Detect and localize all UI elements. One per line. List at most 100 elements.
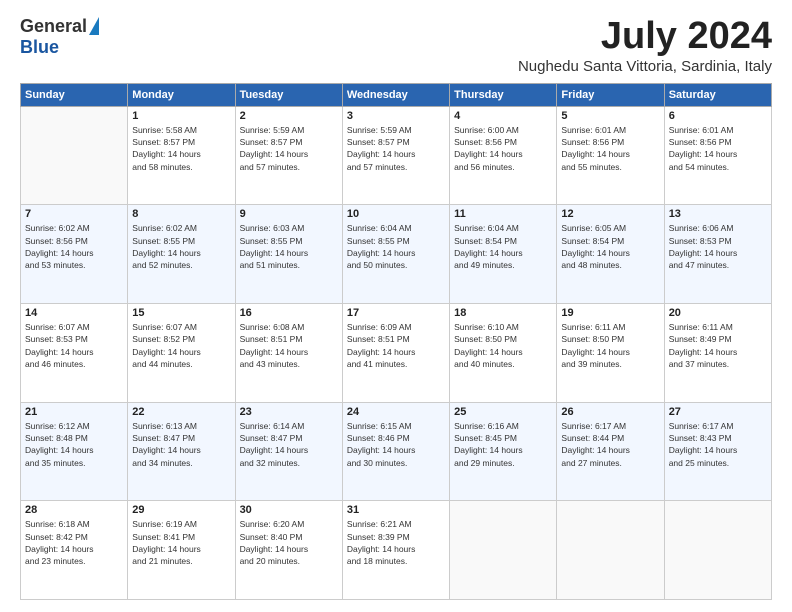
month-title: July 2024: [518, 16, 772, 58]
calendar-cell: 17Sunrise: 6:09 AMSunset: 8:51 PMDayligh…: [342, 304, 449, 403]
weekday-row: SundayMondayTuesdayWednesdayThursdayFrid…: [21, 83, 772, 106]
calendar-cell: 3 Sunrise: 5:59 AMSunset: 8:57 PMDaylight…: [342, 106, 449, 205]
calendar-cell: 29 Sunrise: 6:19 AMSunset: 8:41 PMDayligh…: [128, 501, 235, 600]
day-info: Sunrise: 6:18 AMSunset: 8:42 PMDaylight:…: [25, 518, 123, 567]
day-info: Sunrise: 6:05 AMSunset: 8:54 PMDaylight:…: [561, 222, 659, 271]
calendar-cell: [664, 501, 771, 600]
day-number: 15: [132, 307, 230, 319]
calendar-header: SundayMondayTuesdayWednesdayThursdayFrid…: [21, 83, 772, 106]
day-number: 1: [132, 110, 230, 122]
calendar-cell: [450, 501, 557, 600]
weekday-header-tuesday: Tuesday: [235, 83, 342, 106]
logo-general: General: [20, 16, 87, 37]
day-info: Sunrise: 6:04 AMSunset: 8:54 PMDaylight:…: [454, 222, 552, 271]
day-info: Sunrise: 6:13 AMSunset: 8:47 PMDaylight:…: [132, 420, 230, 469]
day-number: 8: [132, 208, 230, 220]
calendar-cell: 23 Sunrise: 6:14 AMSunset: 8:47 PMDayligh…: [235, 402, 342, 501]
day-info: Sunrise: 6:11 AMSunset: 8:49 PMDaylight:…: [669, 321, 767, 370]
calendar-cell: [21, 106, 128, 205]
day-info: Sunrise: 6:06 AMSunset: 8:53 PMDaylight:…: [669, 222, 767, 271]
calendar-cell: 24Sunrise: 6:15 AMSunset: 8:46 PMDayligh…: [342, 402, 449, 501]
day-info: Sunrise: 6:12 AMSunset: 8:48 PMDaylight:…: [25, 420, 123, 469]
calendar-body: 1 Sunrise: 5:58 AMSunset: 8:57 PMDaylight…: [21, 106, 772, 599]
page: General Blue July 2024 Nughedu Santa Vit…: [0, 0, 792, 612]
day-number: 10: [347, 208, 445, 220]
day-info: Sunrise: 6:19 AMSunset: 8:41 PMDaylight:…: [132, 518, 230, 567]
calendar-week-row: 28 Sunrise: 6:18 AMSunset: 8:42 PMDayligh…: [21, 501, 772, 600]
day-number: 28: [25, 504, 123, 516]
day-info: Sunrise: 6:08 AMSunset: 8:51 PMDaylight:…: [240, 321, 338, 370]
calendar-cell: 15 Sunrise: 6:07 AMSunset: 8:52 PMDayligh…: [128, 304, 235, 403]
weekday-header-sunday: Sunday: [21, 83, 128, 106]
day-info: Sunrise: 6:21 AMSunset: 8:39 PMDaylight:…: [347, 518, 445, 567]
day-info: Sunrise: 5:58 AMSunset: 8:57 PMDaylight:…: [132, 124, 230, 173]
day-number: 23: [240, 406, 338, 418]
logo: General Blue: [20, 16, 99, 58]
calendar-table: SundayMondayTuesdayWednesdayThursdayFrid…: [20, 83, 772, 600]
day-number: 14: [25, 307, 123, 319]
day-number: 5: [561, 110, 659, 122]
day-number: 25: [454, 406, 552, 418]
day-info: Sunrise: 6:07 AMSunset: 8:52 PMDaylight:…: [132, 321, 230, 370]
calendar-week-row: 7Sunrise: 6:02 AMSunset: 8:56 PMDaylight…: [21, 205, 772, 304]
calendar-cell: 5 Sunrise: 6:01 AMSunset: 8:56 PMDaylight…: [557, 106, 664, 205]
day-number: 20: [669, 307, 767, 319]
calendar-cell: 6Sunrise: 6:01 AMSunset: 8:56 PMDaylight…: [664, 106, 771, 205]
calendar-week-row: 21 Sunrise: 6:12 AMSunset: 8:48 PMDayligh…: [21, 402, 772, 501]
day-number: 4: [454, 110, 552, 122]
logo-blue: Blue: [20, 37, 59, 58]
day-number: 29: [132, 504, 230, 516]
day-info: Sunrise: 6:17 AMSunset: 8:43 PMDaylight:…: [669, 420, 767, 469]
day-number: 27: [669, 406, 767, 418]
calendar-cell: 22 Sunrise: 6:13 AMSunset: 8:47 PMDayligh…: [128, 402, 235, 501]
day-info: Sunrise: 6:09 AMSunset: 8:51 PMDaylight:…: [347, 321, 445, 370]
day-number: 30: [240, 504, 338, 516]
day-info: Sunrise: 6:20 AMSunset: 8:40 PMDaylight:…: [240, 518, 338, 567]
calendar-cell: 13Sunrise: 6:06 AMSunset: 8:53 PMDayligh…: [664, 205, 771, 304]
calendar-cell: 2 Sunrise: 5:59 AMSunset: 8:57 PMDaylight…: [235, 106, 342, 205]
day-number: 11: [454, 208, 552, 220]
day-info: Sunrise: 6:17 AMSunset: 8:44 PMDaylight:…: [561, 420, 659, 469]
weekday-header-saturday: Saturday: [664, 83, 771, 106]
calendar-cell: 31Sunrise: 6:21 AMSunset: 8:39 PMDayligh…: [342, 501, 449, 600]
calendar-cell: 28 Sunrise: 6:18 AMSunset: 8:42 PMDayligh…: [21, 501, 128, 600]
logo-triangle-icon: [89, 17, 99, 35]
day-number: 16: [240, 307, 338, 319]
calendar-cell: 1 Sunrise: 5:58 AMSunset: 8:57 PMDaylight…: [128, 106, 235, 205]
day-info: Sunrise: 6:11 AMSunset: 8:50 PMDaylight:…: [561, 321, 659, 370]
day-number: 2: [240, 110, 338, 122]
calendar-week-row: 1 Sunrise: 5:58 AMSunset: 8:57 PMDaylight…: [21, 106, 772, 205]
day-info: Sunrise: 6:01 AMSunset: 8:56 PMDaylight:…: [669, 124, 767, 173]
location-title: Nughedu Santa Vittoria, Sardinia, Italy: [518, 58, 772, 75]
weekday-header-monday: Monday: [128, 83, 235, 106]
calendar-week-row: 14 Sunrise: 6:07 AMSunset: 8:53 PMDayligh…: [21, 304, 772, 403]
day-info: Sunrise: 6:15 AMSunset: 8:46 PMDaylight:…: [347, 420, 445, 469]
weekday-header-thursday: Thursday: [450, 83, 557, 106]
weekday-header-friday: Friday: [557, 83, 664, 106]
title-section: July 2024 Nughedu Santa Vittoria, Sardin…: [518, 16, 772, 75]
day-number: 18: [454, 307, 552, 319]
day-number: 22: [132, 406, 230, 418]
day-number: 3: [347, 110, 445, 122]
calendar-cell: 12 Sunrise: 6:05 AMSunset: 8:54 PMDayligh…: [557, 205, 664, 304]
day-info: Sunrise: 6:14 AMSunset: 8:47 PMDaylight:…: [240, 420, 338, 469]
day-number: 12: [561, 208, 659, 220]
calendar-cell: 4Sunrise: 6:00 AMSunset: 8:56 PMDaylight…: [450, 106, 557, 205]
day-info: Sunrise: 6:10 AMSunset: 8:50 PMDaylight:…: [454, 321, 552, 370]
calendar-cell: 27 Sunrise: 6:17 AMSunset: 8:43 PMDayligh…: [664, 402, 771, 501]
calendar-cell: 14 Sunrise: 6:07 AMSunset: 8:53 PMDayligh…: [21, 304, 128, 403]
header: General Blue July 2024 Nughedu Santa Vit…: [20, 16, 772, 75]
calendar-cell: 9Sunrise: 6:03 AMSunset: 8:55 PMDaylight…: [235, 205, 342, 304]
weekday-header-wednesday: Wednesday: [342, 83, 449, 106]
calendar-cell: 10Sunrise: 6:04 AMSunset: 8:55 PMDayligh…: [342, 205, 449, 304]
day-number: 9: [240, 208, 338, 220]
day-info: Sunrise: 6:07 AMSunset: 8:53 PMDaylight:…: [25, 321, 123, 370]
calendar-cell: 18 Sunrise: 6:10 AMSunset: 8:50 PMDayligh…: [450, 304, 557, 403]
day-number: 21: [25, 406, 123, 418]
day-info: Sunrise: 5:59 AMSunset: 8:57 PMDaylight:…: [240, 124, 338, 173]
calendar-cell: 8Sunrise: 6:02 AMSunset: 8:55 PMDaylight…: [128, 205, 235, 304]
day-info: Sunrise: 6:02 AMSunset: 8:56 PMDaylight:…: [25, 222, 123, 271]
day-info: Sunrise: 6:01 AMSunset: 8:56 PMDaylight:…: [561, 124, 659, 173]
day-number: 19: [561, 307, 659, 319]
day-info: Sunrise: 5:59 AMSunset: 8:57 PMDaylight:…: [347, 124, 445, 173]
